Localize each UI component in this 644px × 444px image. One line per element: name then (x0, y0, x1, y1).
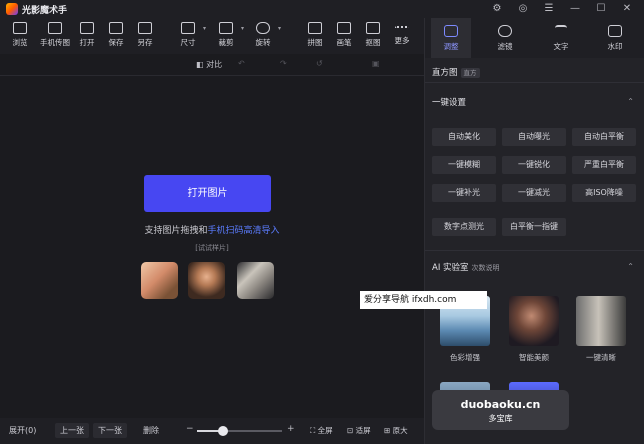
redo-icon[interactable]: ↷ (280, 59, 287, 68)
phone-transfer-icon (48, 22, 62, 34)
sample-thumbnail[interactable] (188, 262, 225, 299)
chevron-down-icon[interactable]: ▾ (278, 25, 281, 32)
smart-beauty-card[interactable] (509, 296, 559, 346)
reset-icon[interactable]: ↺ (316, 59, 323, 68)
secondary-toolbar: ◧ 对比 ↶ ↷ ↺ ▣ (0, 54, 424, 76)
save-button[interactable]: 保存 (101, 22, 131, 48)
settings-icon[interactable]: ⚙ (484, 0, 510, 18)
tab-adjust[interactable]: 调整 (431, 18, 471, 58)
phone-transfer-button[interactable]: 手机传图 (38, 22, 72, 48)
image-canvas[interactable]: 打开图片 支持图片拖拽和手机扫码高清导入 [试试样片] (0, 76, 424, 418)
right-panel: 调整 滤镜 文字 水印 直方图 直方 一键设置 ⌃ 自动美化 自动曝光 自动白平衡… (424, 18, 644, 444)
expand-button[interactable]: 展开(0) (4, 423, 41, 438)
crop-button[interactable]: 裁剪 ▾ (211, 22, 244, 48)
auto-beautify-button[interactable]: 自动美化 (432, 128, 496, 146)
auto-exposure-button[interactable]: 自动曝光 (502, 128, 566, 146)
delete-button[interactable]: 删除 (138, 423, 164, 438)
collage-icon (308, 22, 322, 34)
browse-button[interactable]: 浏览 (5, 22, 35, 48)
site-watermark-badge: duobaoku.cn 多宝库 (432, 390, 569, 430)
try-sample-label: [试试样片] (195, 244, 229, 252)
tab-text[interactable]: 文字 (541, 18, 581, 58)
app-logo (6, 3, 18, 15)
auto-white-balance-button[interactable]: 自动白平衡 (572, 128, 636, 146)
menu-icon[interactable]: ☰ (536, 0, 562, 18)
phone-import-link[interactable]: 手机扫码高清导入 (208, 226, 280, 236)
sample-thumbnail[interactable] (141, 262, 178, 299)
card-label: 智能美颜 (519, 353, 549, 362)
zoom-slider[interactable] (197, 426, 282, 436)
more-button[interactable]: 更多 (387, 22, 417, 46)
app-title: 光影魔术手 (22, 5, 68, 16)
filter-icon (498, 25, 512, 37)
open-image-button[interactable]: 打开图片 (144, 175, 271, 212)
card-label: 一键清晰 (586, 353, 616, 362)
folder-icon (13, 22, 27, 34)
sample-thumbnail[interactable] (237, 262, 274, 299)
brush-button[interactable]: 画笔 (329, 22, 359, 48)
tab-watermark[interactable]: 水印 (595, 18, 635, 58)
strong-white-balance-button[interactable]: 严重白平衡 (572, 156, 636, 174)
white-balance-picker-button[interactable]: 白平衡一指键 (502, 218, 566, 236)
text-icon (555, 25, 567, 37)
main-toolbar: 浏览 手机传图 打开 保存 另存 尺寸 ▾ 裁剪 ▾ 旋转 ▾ 拼图 画笔 抠图 更多 (0, 18, 424, 54)
close-button[interactable]: ✕ (614, 0, 640, 18)
crop-icon (219, 22, 233, 34)
fullscreen-button[interactable]: ⛶ 全屏 (310, 425, 333, 436)
panel-tabs: 调整 滤镜 文字 水印 (425, 18, 644, 58)
iso-denoise-button[interactable]: 高ISO降噪 (572, 184, 636, 202)
more-icon (395, 26, 409, 32)
histogram-header[interactable]: 直方图 直方 (432, 66, 480, 78)
fill-light-button[interactable]: 一键补光 (432, 184, 496, 202)
chevron-down-icon[interactable]: ▾ (203, 25, 206, 32)
tab-filter[interactable]: 滤镜 (485, 18, 525, 58)
chevron-down-icon[interactable]: ▾ (241, 25, 244, 32)
fit-screen-button[interactable]: ⊡ 适屏 (347, 425, 371, 436)
site-watermark: 爱分享导航 ifxdh.com (360, 291, 487, 309)
open-image-icon (80, 22, 94, 34)
save-as-button[interactable]: 另存 (130, 22, 160, 48)
drag-hint: 支持图片拖拽和手机扫码高清导入 (144, 226, 280, 236)
zoom-in-icon[interactable]: + (287, 424, 295, 434)
zoom-out-icon[interactable]: − (186, 424, 194, 434)
rotate-button[interactable]: 旋转 ▾ (248, 22, 281, 48)
title-bar: 光影魔术手 ⚙ ◎ ☰ — ☐ ✕ (0, 0, 644, 18)
one-click-blur-button[interactable]: 一键模糊 (432, 156, 496, 174)
ai-lab-header[interactable]: AI 实验室 次数说明 (432, 261, 500, 273)
reduce-light-button[interactable]: 一键减光 (502, 184, 566, 202)
oneclick-header[interactable]: 一键设置 (432, 96, 466, 108)
undo-icon[interactable]: ↶ (238, 59, 245, 68)
resize-icon (181, 22, 195, 34)
bottom-bar: 展开(0) 上一张 下一张 删除 − + ⛶ 全屏 ⊡ 适屏 ⊞ 原大 (0, 418, 424, 444)
minimize-button[interactable]: — (562, 0, 588, 18)
one-click-clear-card[interactable] (576, 296, 626, 346)
divider (425, 82, 644, 83)
open-button[interactable]: 打开 (72, 22, 102, 48)
rotate-icon (256, 22, 270, 34)
divider (425, 250, 644, 251)
prev-button[interactable]: 上一张 (55, 423, 89, 438)
watermark-icon (608, 25, 622, 37)
one-click-sharpen-button[interactable]: 一键锐化 (502, 156, 566, 174)
brush-icon (337, 22, 351, 34)
zoom-slider-handle[interactable] (217, 426, 228, 436)
target-icon[interactable]: ◎ (510, 0, 536, 18)
window-controls: ⚙ ◎ ☰ — ☐ ✕ (484, 0, 640, 18)
maximize-button[interactable]: ☐ (588, 0, 614, 18)
cutout-icon (366, 22, 380, 34)
sliders-icon (444, 25, 458, 37)
chevron-up-icon[interactable]: ⌃ (627, 97, 634, 106)
chevron-up-icon[interactable]: ⌃ (627, 262, 634, 271)
next-button[interactable]: 下一张 (93, 423, 127, 438)
original-size-button[interactable]: ⊞ 原大 (384, 425, 408, 436)
spot-metering-button[interactable]: 数字点测光 (432, 218, 496, 236)
save-icon (109, 22, 123, 34)
compare-button[interactable]: ◧ 对比 (196, 59, 222, 70)
collage-button[interactable]: 拼图 (300, 22, 330, 48)
resize-button[interactable]: 尺寸 ▾ (173, 22, 206, 48)
history-icon[interactable]: ▣ (372, 59, 380, 68)
card-label: 色彩增强 (450, 353, 480, 362)
cutout-button[interactable]: 抠图 (358, 22, 388, 48)
save-as-icon (138, 22, 152, 34)
